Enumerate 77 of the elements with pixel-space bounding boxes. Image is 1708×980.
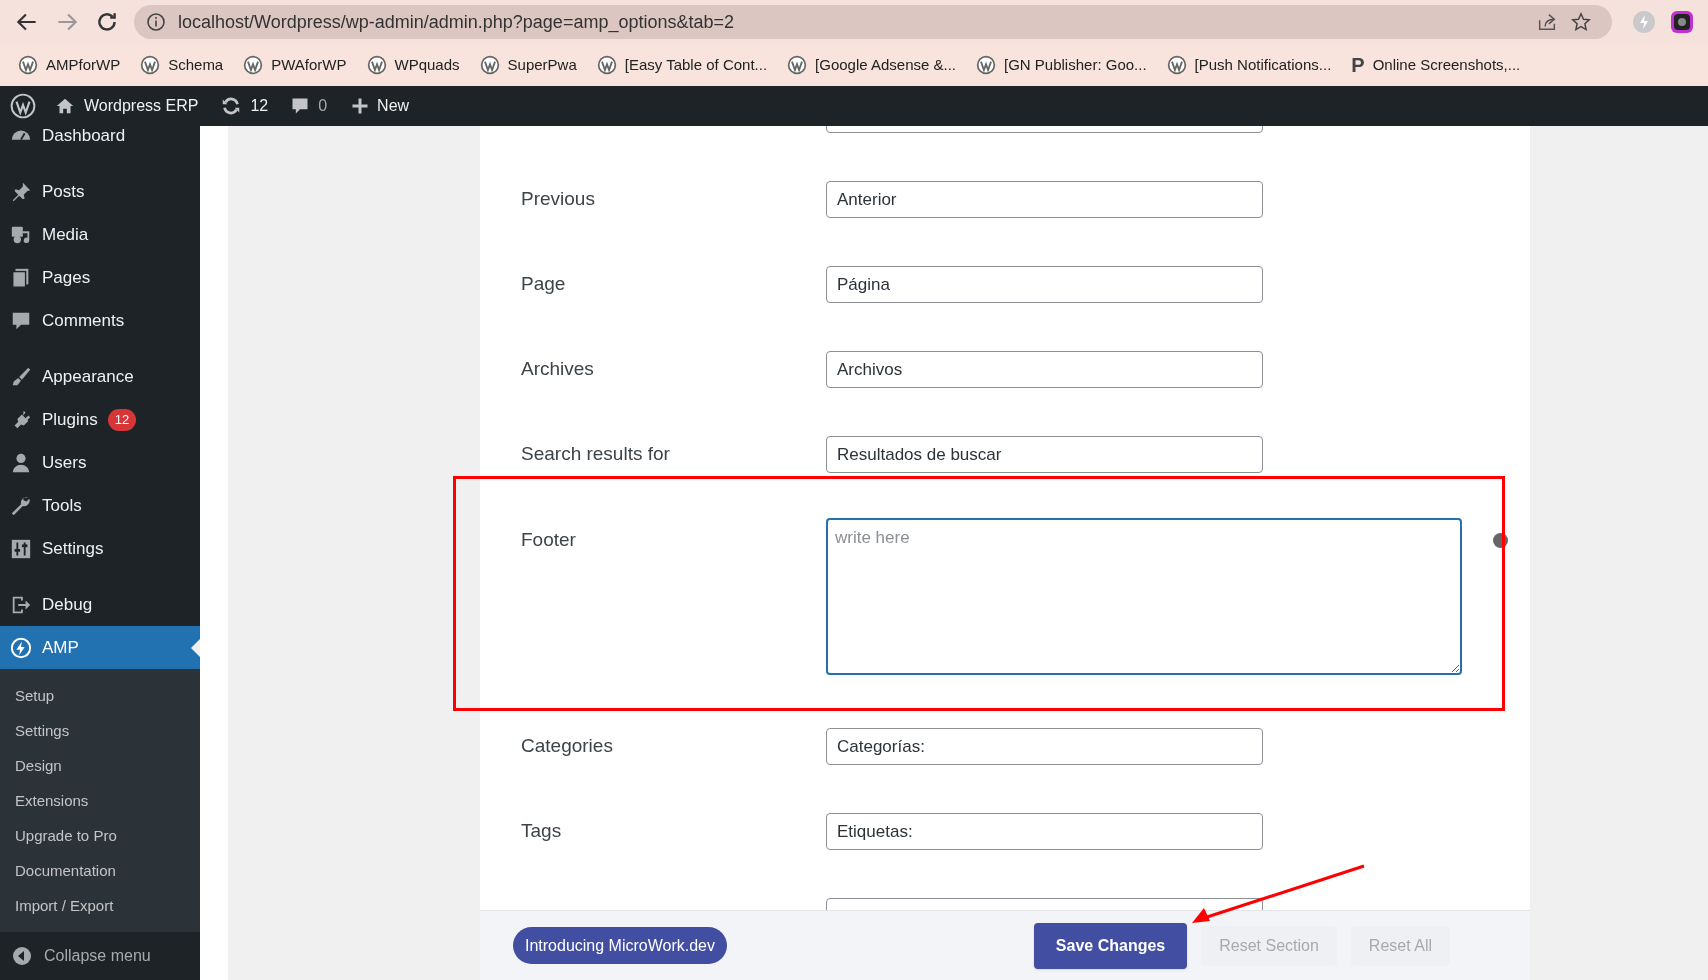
field-label: Footer [521, 528, 577, 552]
field-label: Archives [521, 357, 595, 382]
extension-icon[interactable] [1670, 10, 1694, 34]
input-field[interactable]: Categorías: [826, 728, 1263, 765]
bookmark[interactable]: [GN Publisher: Goo... [976, 53, 1147, 77]
field-label: Previous [521, 187, 596, 212]
save-button[interactable]: Save Changes [1033, 922, 1188, 969]
brush-icon [10, 365, 32, 388]
menu-item[interactable]: AMP [0, 626, 200, 669]
field-label: Page [521, 272, 567, 297]
menu-item[interactable]: Plugins 12 [0, 398, 200, 441]
pin-icon [10, 180, 32, 203]
wordpress-logo-icon [787, 55, 808, 75]
bookmark[interactable]: [Easy Table of Cont... [596, 53, 768, 77]
input-field[interactable]: Resultados de buscar [826, 436, 1263, 473]
site-name-link[interactable]: Wordpress ERP [84, 94, 199, 118]
submenu-item[interactable]: Setup [0, 679, 200, 714]
input-field[interactable]: Anterior [826, 181, 1263, 218]
textarea-field[interactable]: write here [826, 518, 1462, 675]
menu-item[interactable]: Media [0, 213, 200, 256]
bookmark[interactable]: Schema [140, 53, 224, 77]
menu-item[interactable]: Comments [0, 299, 200, 342]
bookmark[interactable]: [Push Notifications... [1166, 53, 1332, 77]
info-icon [146, 12, 166, 32]
submenu-item[interactable]: Design [0, 749, 200, 784]
menu-item[interactable]: Posts [0, 170, 200, 213]
bookmark[interactable]: SuperPwa [479, 53, 577, 77]
comment-count[interactable]: 0 [318, 94, 328, 118]
wordpress-logo-icon [479, 55, 500, 75]
bookmark[interactable]: WPquads [366, 53, 460, 77]
notification-badge: 12 [107, 408, 137, 431]
wordpress-logo-icon [140, 55, 161, 75]
bookmark[interactable]: [Google Adsense &... [787, 53, 956, 77]
menu-item[interactable]: Users [0, 441, 200, 484]
field-label: Categories [521, 734, 614, 759]
sliders-icon [10, 537, 32, 560]
new-link[interactable]: New [377, 94, 410, 118]
wordpress-logo-icon [596, 55, 617, 75]
user-icon [10, 451, 32, 474]
wrench-icon [10, 494, 32, 517]
input-field[interactable]: Etiquetas: [826, 813, 1263, 850]
wordpress-logo-icon [243, 55, 264, 75]
field-label: Search results for [521, 442, 671, 467]
bookmark[interactable]: P Online Screenshots,... [1351, 50, 1521, 80]
wordpress-logo-icon[interactable] [10, 93, 36, 119]
bookmark[interactable]: AMPforWP [18, 53, 121, 77]
field-label: Tags [521, 819, 563, 844]
bookmark[interactable]: PWAforWP [243, 53, 347, 77]
submenu-item[interactable]: Documentation [0, 854, 200, 889]
collapse-menu[interactable]: Collapse menu [0, 932, 200, 980]
menu-item[interactable]: Dashboard [0, 126, 200, 157]
update-count[interactable]: 12 [250, 94, 269, 118]
star-icon[interactable] [1570, 11, 1592, 33]
collapse-icon [12, 946, 32, 966]
menu-item[interactable]: Pages [0, 256, 200, 299]
menu-item[interactable]: Tools [0, 484, 200, 527]
wordpress-logo-icon [18, 55, 38, 75]
letter-icon: P [1351, 50, 1365, 80]
share-icon[interactable] [1536, 11, 1558, 33]
submenu-item[interactable]: Import / Export [0, 889, 200, 924]
wordpress-logo-icon [1166, 55, 1187, 75]
address-bar[interactable]: localhost/Wordpress/wp-admin/admin.php?page=amp_options&tab=2 [134, 5, 1612, 39]
promo-link[interactable]: Introducing MicroWork.dev [513, 927, 727, 964]
input-field[interactable]: Página [826, 266, 1263, 303]
lightning-circle-icon [10, 636, 32, 659]
url-text: localhost/Wordpress/wp-admin/admin.php?page=amp_options&tab=2 [178, 10, 735, 35]
menu-item[interactable]: Appearance [0, 355, 200, 398]
input-field[interactable]: Archivos [826, 351, 1263, 388]
comment-icon[interactable] [290, 96, 311, 116]
submenu-item[interactable]: Upgrade to Pro [0, 819, 200, 854]
wordpress-logo-icon [366, 55, 387, 75]
plus-icon[interactable] [351, 97, 370, 115]
submenu-item[interactable]: Settings [0, 714, 200, 749]
menu-item[interactable]: Settings [0, 527, 200, 570]
submenu-item[interactable]: Extensions [0, 784, 200, 819]
menu-item[interactable]: Debug [0, 583, 200, 626]
wordpress-logo-icon [976, 55, 996, 75]
